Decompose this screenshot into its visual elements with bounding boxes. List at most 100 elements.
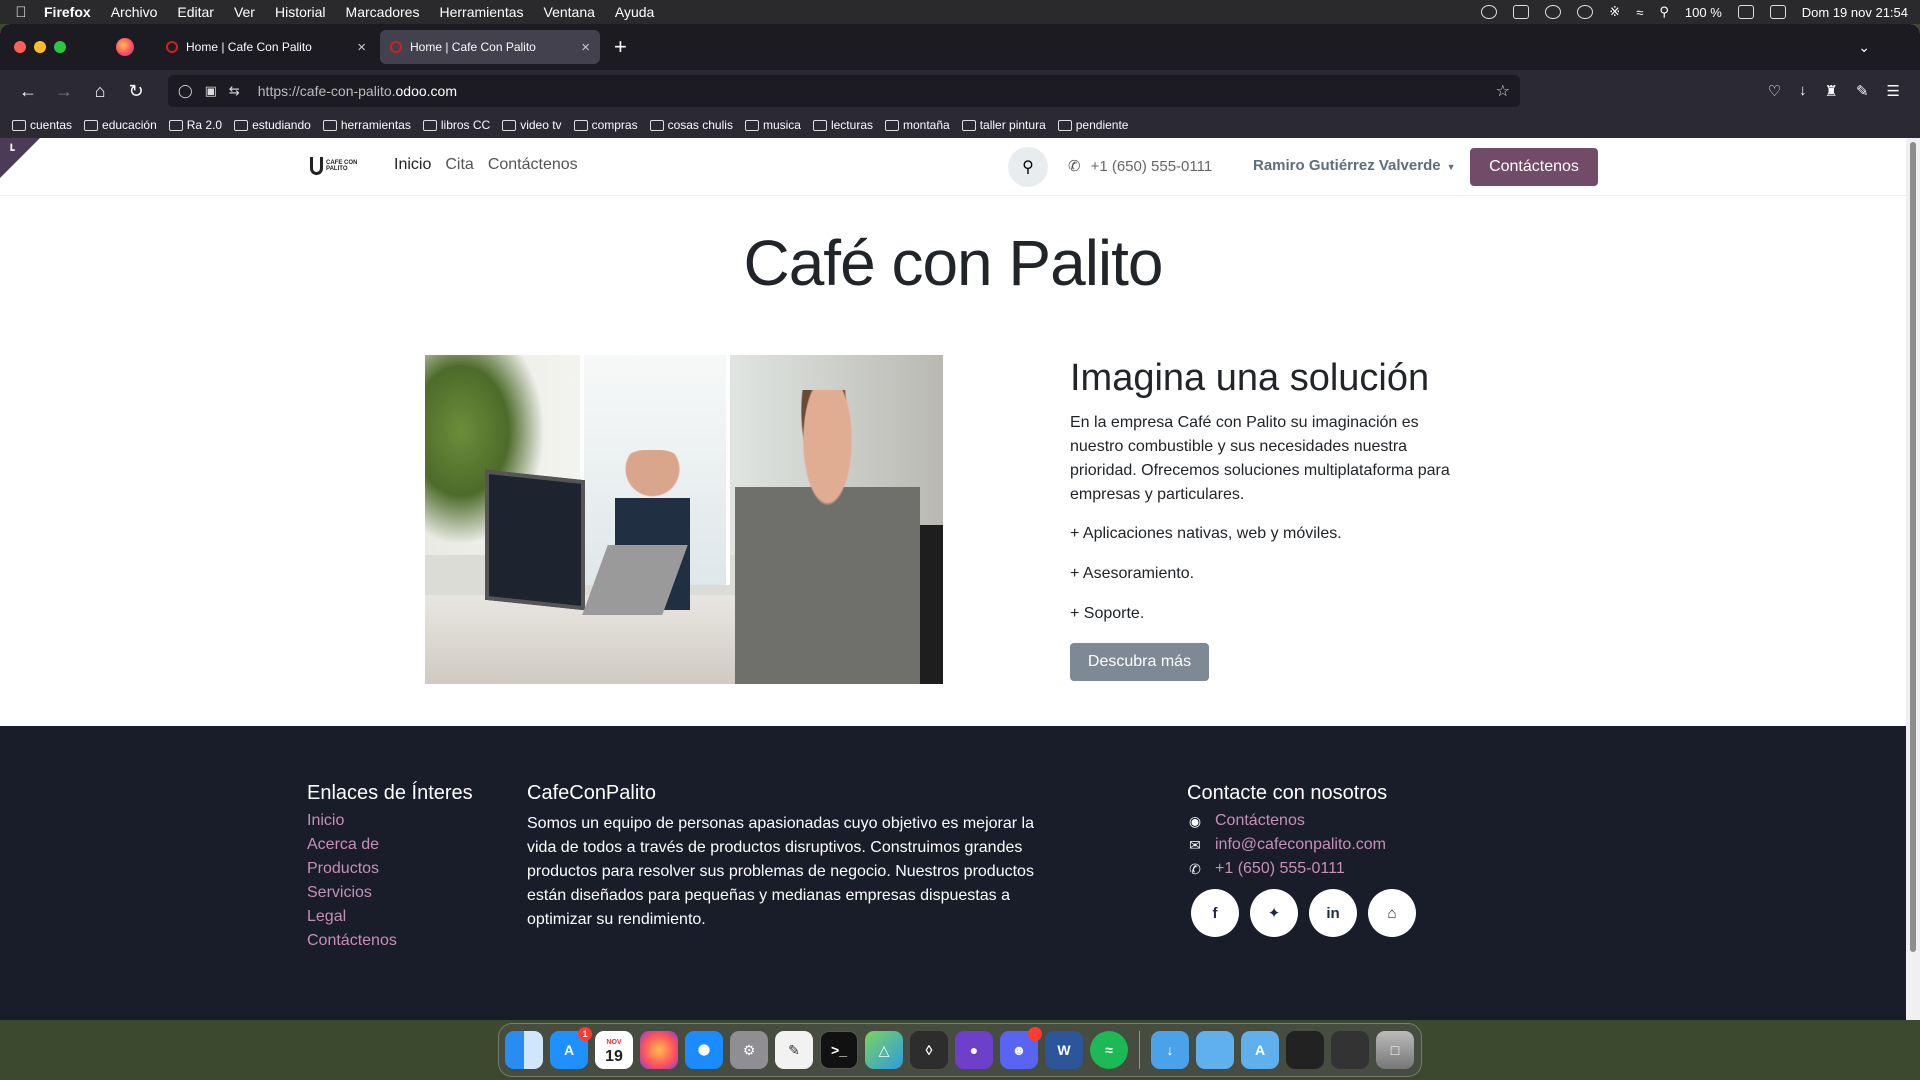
clock[interactable]: Dom 19 nov 21:54 <box>1802 5 1908 20</box>
home-icon[interactable]: ⌂ <box>1368 889 1416 937</box>
bookmark-folder[interactable]: compras <box>573 118 638 132</box>
permissions-icon[interactable]: ⇆ <box>229 83 240 99</box>
bluetooth-icon[interactable]: ※ <box>1609 4 1620 20</box>
menu-ayuda[interactable]: Ayuda <box>615 4 654 20</box>
extensions-icon[interactable]: ✎ <box>1856 82 1869 100</box>
url-bar[interactable]: ◯ ▣ ⇆ https://cafe-con-palito.odoo.com ☆ <box>168 75 1520 107</box>
nav-cita[interactable]: Cita <box>445 156 473 174</box>
bookmark-star-icon[interactable]: ☆ <box>1496 81 1510 101</box>
system-settings-icon[interactable]: ⚙ <box>730 1031 768 1069</box>
forward-arrow-icon[interactable]: → <box>46 81 82 102</box>
lock-icon[interactable]: ▣ <box>205 83 217 99</box>
user-menu[interactable]: Ramiro Gutiérrez Valverde ▼ <box>1253 157 1456 174</box>
creative-cloud-icon[interactable] <box>1481 5 1498 19</box>
menu-herramientas[interactable]: Herramientas <box>439 4 523 20</box>
spotlight-search-icon[interactable]: ⚲ <box>1659 4 1669 20</box>
pocket-icon[interactable]: ♡ <box>1768 82 1781 100</box>
footer-contact-link[interactable]: ◉ Contáctenos <box>1187 812 1305 830</box>
bookmark-folder[interactable]: musica <box>744 118 801 132</box>
bookmark-folder[interactable]: pendiente <box>1057 118 1128 132</box>
hamburger-menu-icon[interactable]: ☰ <box>1887 82 1900 100</box>
word-icon[interactable]: W <box>1045 1031 1083 1069</box>
new-tab-plus-icon[interactable]: + <box>614 34 627 60</box>
wifi-off-icon[interactable]: ≈ <box>1636 5 1643 20</box>
list-all-tabs-chevron-icon[interactable]: ⌄ <box>1858 39 1870 56</box>
discord-icon[interactable]: ☻ <box>1000 1027 1042 1069</box>
apple-icon[interactable]:  <box>12 4 30 21</box>
page-scrollbar[interactable] <box>1906 138 1920 1020</box>
menu-archivo[interactable]: Archivo <box>111 4 158 20</box>
menu-marcadores[interactable]: Marcadores <box>346 4 420 20</box>
downloads-icon[interactable]: ↓ <box>1799 82 1807 100</box>
time-machine-icon[interactable] <box>1545 5 1562 19</box>
footer-phone-link[interactable]: ✆ +1 (650) 555-0111 <box>1187 860 1345 878</box>
tracking-protection-shield-icon[interactable]: ◯ <box>178 83 193 99</box>
url-text[interactable]: https://cafe-con-palito.odoo.com <box>258 83 457 99</box>
recent-window-thumbnail-icon[interactable] <box>1286 1031 1324 1069</box>
firefox-view-icon[interactable] <box>116 38 134 56</box>
bookmark-folder[interactable]: libros CC <box>422 118 490 132</box>
virtualbox-icon[interactable]: △ <box>865 1031 903 1069</box>
calendar-icon[interactable]: NOV 19 <box>595 1031 633 1069</box>
tab-1[interactable]: Home | Cafe Con Palito × <box>156 30 376 64</box>
applications-folder-icon[interactable]: A <box>1241 1031 1279 1069</box>
reload-icon[interactable]: ↻ <box>118 81 154 102</box>
maximize-window-button[interactable] <box>54 41 66 53</box>
home-icon[interactable]: ⌂ <box>82 81 118 102</box>
documents-folder-icon[interactable] <box>1196 1031 1234 1069</box>
discover-more-button[interactable]: Descubra más <box>1070 643 1209 681</box>
battery-icon[interactable] <box>1737 5 1754 19</box>
headphones-icon[interactable] <box>1577 5 1594 19</box>
bookmark-folder[interactable]: montaña <box>885 118 950 132</box>
finder-icon[interactable] <box>505 1031 543 1069</box>
menu-ventana[interactable]: Ventana <box>544 4 595 20</box>
close-tab-icon[interactable]: × <box>357 39 366 56</box>
firefox-icon[interactable] <box>640 1031 678 1069</box>
footer-link-contactenos[interactable]: Contáctenos <box>307 932 397 950</box>
bookmark-folder[interactable]: Ra 2.0 <box>168 118 222 132</box>
bookmark-folder[interactable]: video tv <box>502 118 562 132</box>
unity-icon[interactable]: ◊ <box>910 1031 948 1069</box>
bookmark-folder[interactable]: cuentas <box>12 118 72 132</box>
menu-historial[interactable]: Historial <box>275 4 326 20</box>
minimize-window-button[interactable] <box>34 41 46 53</box>
site-logo[interactable]: CAFE CON PALITO <box>310 150 358 182</box>
control-center-icon[interactable] <box>1769 5 1786 19</box>
bookmark-folder[interactable]: taller pintura <box>961 118 1046 132</box>
bookmark-folder[interactable]: cosas chulis <box>649 118 733 132</box>
search-button[interactable]: ⚲ <box>1008 147 1048 187</box>
safari-icon[interactable] <box>685 1031 723 1069</box>
bookmark-folder[interactable]: estudiando <box>234 118 311 132</box>
footer-link-servicios[interactable]: Servicios <box>307 884 372 902</box>
app-store-icon[interactable]: A1 <box>550 1027 592 1069</box>
screen-mirror-icon[interactable] <box>1513 5 1530 19</box>
user-agent-switcher-icon[interactable]: ♜ <box>1825 82 1838 100</box>
github-desktop-icon[interactable]: ● <box>955 1031 993 1069</box>
linkedin-icon[interactable]: in <box>1309 889 1357 937</box>
menu-ver[interactable]: Ver <box>234 4 255 20</box>
spotify-icon[interactable]: ≈ <box>1090 1031 1128 1069</box>
close-tab-icon[interactable]: × <box>581 39 590 56</box>
tab-2-active[interactable]: Home | Cafe Con Palito × <box>380 30 600 64</box>
nav-contactenos[interactable]: Contáctenos <box>488 156 578 174</box>
bookmark-folder[interactable]: lecturas <box>812 118 873 132</box>
facebook-icon[interactable]: f <box>1191 889 1239 937</box>
close-window-button[interactable] <box>14 41 26 53</box>
terminal-icon[interactable]: >_ <box>820 1031 858 1069</box>
downloads-folder-icon[interactable]: ↓ <box>1151 1031 1189 1069</box>
textedit-icon[interactable]: ✎ <box>775 1031 813 1069</box>
twitter-icon[interactable]: ✦ <box>1250 889 1298 937</box>
header-phone[interactable]: ✆ +1 (650) 555-0111 <box>1068 157 1212 175</box>
footer-link-legal[interactable]: Legal <box>307 908 346 926</box>
back-arrow-icon[interactable]: ← <box>10 81 46 102</box>
bookmark-folder[interactable]: educación <box>84 118 157 132</box>
footer-link-inicio[interactable]: Inicio <box>307 812 344 830</box>
menu-editar[interactable]: Editar <box>177 4 214 20</box>
menu-app-name[interactable]: Firefox <box>44 4 91 20</box>
footer-link-productos[interactable]: Productos <box>307 860 379 878</box>
scrollbar-thumb[interactable] <box>1910 142 1916 952</box>
footer-link-acerca[interactable]: Acerca de <box>307 836 379 854</box>
recent-window-thumbnail-icon[interactable] <box>1331 1031 1369 1069</box>
trash-icon[interactable]: □ <box>1376 1031 1414 1069</box>
contact-cta-button[interactable]: Contáctenos <box>1470 148 1598 186</box>
